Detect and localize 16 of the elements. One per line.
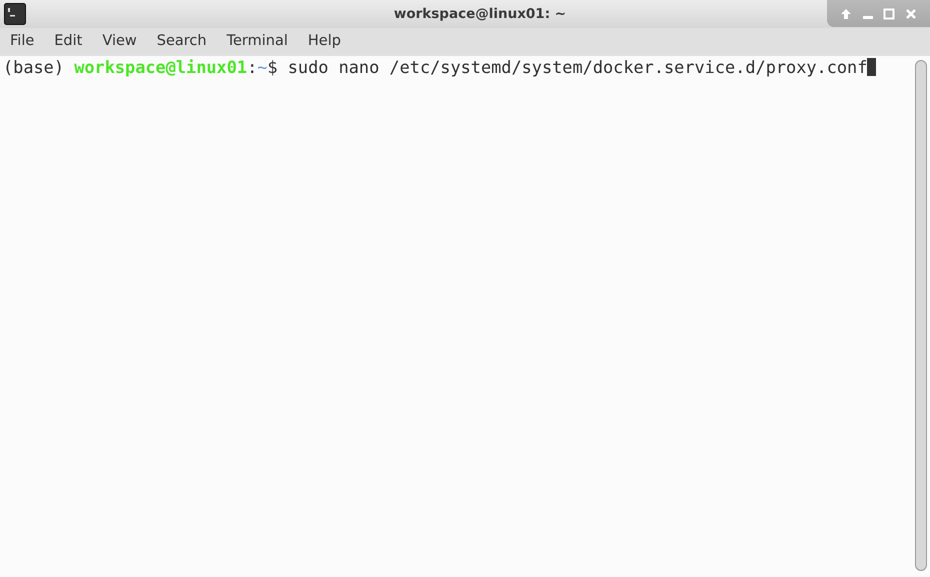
menu-item[interactable]: Terminal — [216, 31, 298, 53]
menu-item[interactable]: Help — [298, 31, 351, 53]
menu-item[interactable]: Edit — [44, 31, 92, 53]
menu-item[interactable]: Search — [146, 31, 217, 53]
terminal-text: workspace@linux01 — [74, 57, 248, 77]
menu-item[interactable]: File — [0, 31, 44, 53]
terminal-text: ~ — [257, 57, 268, 77]
scrollbar[interactable] — [915, 60, 927, 571]
menu-item[interactable]: View — [92, 31, 147, 53]
terminal-text: (base) — [3, 57, 66, 77]
maximize-icon[interactable] — [883, 8, 896, 20]
terminal-text: : — [247, 57, 258, 77]
close-icon[interactable] — [905, 8, 918, 20]
up-arrow-icon[interactable] — [840, 8, 852, 20]
terminal-text: $ sudo nano /etc/systemd/system/docker.service.d/proxy.conf — [267, 57, 868, 77]
window-title: workspace@linux01: ~ — [394, 6, 566, 22]
